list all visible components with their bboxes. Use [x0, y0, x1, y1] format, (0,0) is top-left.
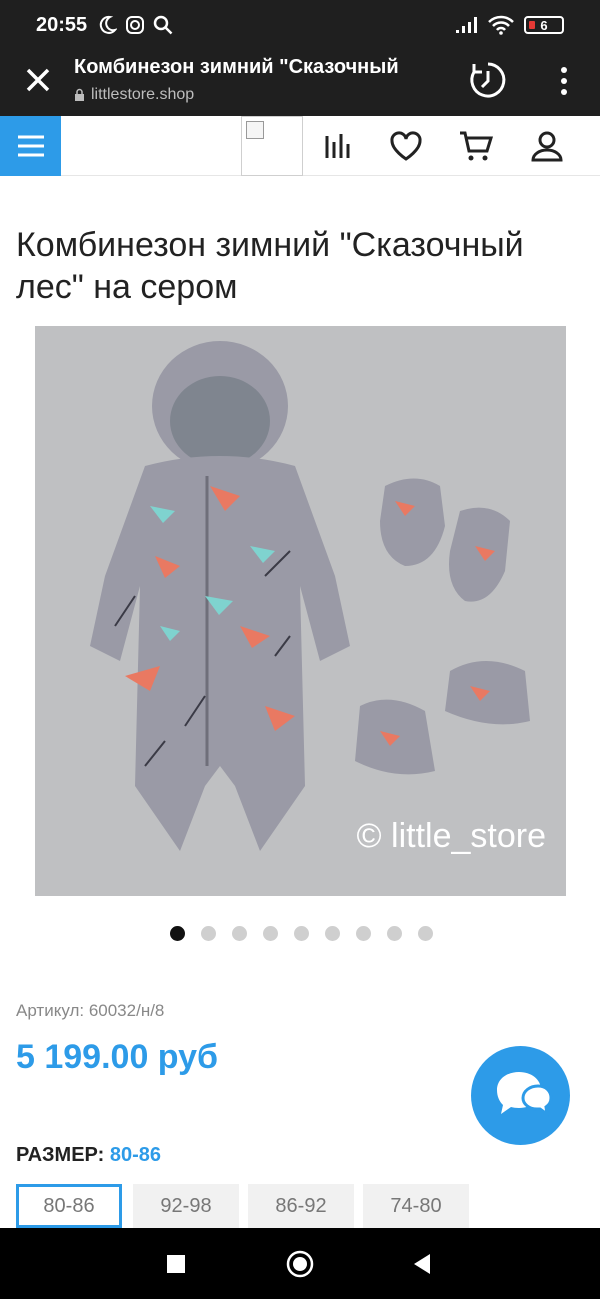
browser-toolbar: Комбинезон зимний "Сказочный littlestore…: [0, 50, 600, 116]
lock-icon: [75, 88, 84, 101]
hamburger-icon: [17, 135, 44, 157]
recents-icon[interactable]: [162, 1250, 190, 1278]
carousel-dot[interactable]: [356, 926, 371, 941]
carousel-dot[interactable]: [263, 926, 278, 941]
heart-icon[interactable]: [388, 128, 424, 164]
cart-icon[interactable]: [458, 128, 494, 164]
broken-image-icon: [246, 121, 264, 139]
product-price: 5 199.00 руб: [16, 1038, 219, 1076]
size-option[interactable]: 80-86: [16, 1184, 122, 1228]
close-icon[interactable]: [20, 62, 56, 98]
carousel-pagination: [170, 926, 433, 941]
carousel-dot[interactable]: [418, 926, 433, 941]
page-title: Комбинезон зимний "Сказочный: [74, 56, 399, 78]
menu-button[interactable]: [0, 116, 61, 176]
url-host: littlestore.shop: [74, 86, 194, 104]
carousel-dot[interactable]: [232, 926, 247, 941]
product-title: Комбинезон зимний "Сказочный лес" на сер…: [16, 226, 524, 306]
status-time: 20:55: [36, 13, 88, 36]
product-image[interactable]: © little_store: [35, 326, 566, 896]
wifi-icon: [488, 15, 514, 35]
back-icon[interactable]: [408, 1250, 436, 1278]
battery-indicator: 6: [524, 16, 564, 34]
host-text: littlestore.shop: [91, 86, 195, 103]
site-header: [0, 116, 600, 176]
site-logo[interactable]: [241, 116, 303, 176]
carousel-dot[interactable]: [170, 926, 185, 941]
moon-icon: [99, 15, 118, 34]
chat-bubbles-icon: [496, 1071, 553, 1117]
size-option[interactable]: 92-98: [133, 1184, 239, 1228]
size-label: РАЗМЕР:: [16, 1144, 105, 1166]
more-options-icon[interactable]: [552, 64, 576, 98]
size-option[interactable]: 86-92: [248, 1184, 354, 1228]
history-icon[interactable]: [468, 60, 508, 100]
instagram-icon: [126, 16, 145, 34]
carousel-dot[interactable]: [325, 926, 340, 941]
size-option[interactable]: 74-80: [363, 1184, 469, 1228]
snowsuit-illustration: [90, 341, 530, 851]
chat-button[interactable]: [471, 1046, 570, 1145]
status-bar: 20:55 6: [0, 0, 600, 50]
selected-size: 80-86: [109, 1144, 162, 1166]
product-sku: Артикул: 60032/н/8: [16, 1001, 165, 1020]
signal-icon: [456, 17, 477, 33]
home-icon[interactable]: [286, 1250, 314, 1278]
size-selector-label: РАЗМЕР: 80-86: [16, 1144, 161, 1167]
search-icon: [153, 15, 173, 35]
compare-icon[interactable]: [322, 128, 358, 164]
user-icon[interactable]: [529, 128, 565, 164]
system-nav-bar: [0, 1228, 600, 1299]
carousel-dot[interactable]: [201, 926, 216, 941]
carousel-dot[interactable]: [294, 926, 309, 941]
watermark-text: © little_store: [356, 817, 546, 855]
carousel-dot[interactable]: [387, 926, 402, 941]
